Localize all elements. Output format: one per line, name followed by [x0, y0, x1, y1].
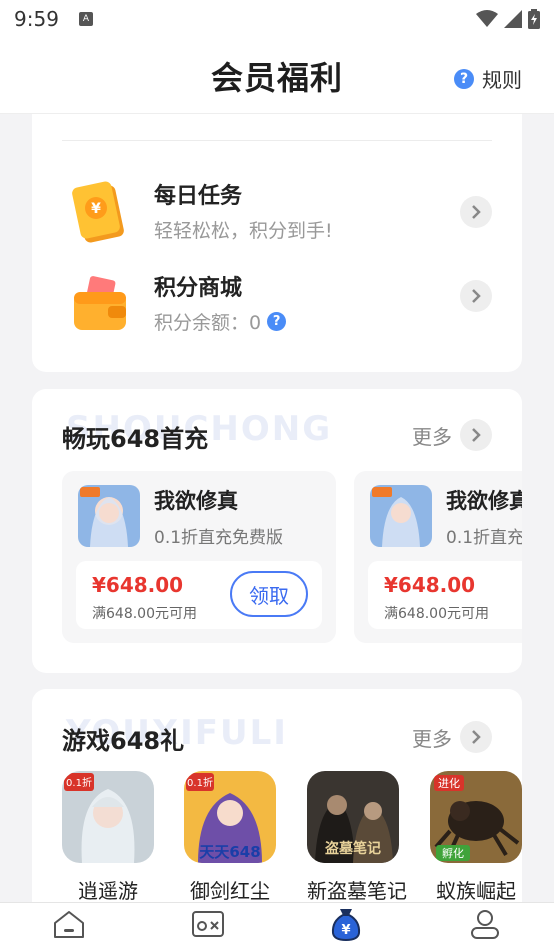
coupon-detail: ¥648.00 满648.00元可用 领取: [368, 561, 522, 629]
points-mall-title: 积分商城: [154, 276, 243, 301]
coupon-condition: 满648.00元可用: [92, 606, 197, 622]
svg-text:¥: ¥: [342, 923, 351, 938]
game-item[interactable]: 0.1折 天天648 御剑红尘: [184, 771, 276, 904]
home-icon: [54, 910, 85, 938]
chevron-right-icon: [460, 280, 492, 312]
page-header: 会员福利 ? 规则: [0, 38, 554, 114]
page-title: 会员福利: [210, 58, 343, 97]
battery-icon: [528, 9, 540, 29]
question-icon[interactable]: ?: [267, 312, 287, 331]
svg-text:¥: ¥: [91, 201, 101, 217]
more-label: 更多: [412, 726, 452, 751]
status-bar: 9:59 A: [0, 0, 554, 38]
coupon-ticket-icon: ¥: [72, 181, 124, 243]
coupon-card[interactable]: 我欲修真 0.1折直充免费版 ¥648.00 满648.00元可用 领取: [62, 471, 336, 643]
game-badge: 进化: [438, 776, 460, 790]
section-title: 畅玩648首充: [62, 425, 209, 453]
bottom-tab-bar: ¥: [0, 902, 554, 944]
game-item[interactable]: 盗墓笔记 新盗墓笔记: [307, 771, 407, 904]
first-charge-card: SHOUCHONG 畅玩648首充 更多 我欲修真 0.1折直充免费版 ¥648…: [32, 389, 522, 673]
game-label: 逍遥游: [78, 879, 138, 903]
rules-label: 规则: [482, 68, 522, 92]
chevron-right-icon: [460, 721, 492, 753]
coupon-price: ¥648.00: [92, 573, 184, 597]
profile-icon: [470, 909, 499, 939]
game-name: 我欲修真: [446, 489, 522, 513]
tasks-card: ¥ 每日任务 轻轻松松，积分到手! 积分商城 积分余额：0 ?: [32, 114, 522, 372]
game-logo-text: 天天648: [199, 843, 260, 861]
points-balance: 积分余额：0 ?: [154, 308, 287, 335]
coupon-price: ¥648.00: [384, 573, 476, 597]
more-button[interactable]: 更多: [412, 721, 492, 753]
game-image: 盗墓笔记: [307, 771, 399, 863]
status-time: 9:59: [14, 7, 59, 31]
points-mall-row[interactable]: 积分商城 积分余额：0 ?: [32, 264, 522, 344]
more-button[interactable]: 更多: [412, 419, 492, 451]
wifi-icon: [476, 10, 498, 27]
chevron-right-icon: [460, 419, 492, 451]
game-label: 新盗墓笔记: [307, 879, 407, 903]
coupon-card[interactable]: 我欲修真 0.1折直充免费版 ¥648.00 满648.00元可用 领取: [354, 471, 522, 643]
tab-benefits[interactable]: ¥: [316, 903, 376, 944]
coupon-detail: ¥648.00 满648.00元可用 领取: [76, 561, 322, 629]
game-icon: [370, 485, 432, 547]
tab-profile[interactable]: [455, 903, 515, 944]
game-image: 进化 孵化: [430, 771, 522, 863]
daily-task-title: 每日任务: [154, 184, 243, 209]
game-gifts-card: YOUXIFULI 游戏648礼 更多 0.1折 逍遥游 0.1折 天天648 …: [32, 689, 522, 919]
game-name: 我欲修真: [154, 489, 238, 513]
daily-task-subtitle: 轻轻松松，积分到手!: [154, 216, 333, 243]
game-label: 蚁族崛起: [436, 879, 516, 903]
points-balance-text: 积分余额：0: [154, 312, 262, 334]
game-desc: 0.1折直充免费版: [154, 528, 284, 548]
tab-home[interactable]: [39, 903, 99, 944]
sim-notification-icon: A: [78, 12, 93, 26]
signal-icon: [504, 10, 522, 28]
game-logo-text: 盗墓笔记: [325, 840, 381, 857]
game-image: 0.1折 天天648: [184, 771, 276, 863]
game-item[interactable]: 进化 孵化 蚁族崛起: [430, 771, 522, 904]
game-desc: 0.1折直充免费版: [446, 528, 522, 548]
game-item[interactable]: 0.1折 逍遥游: [62, 771, 154, 904]
question-icon: ?: [454, 68, 474, 89]
more-label: 更多: [412, 424, 452, 449]
money-bag-icon: ¥: [332, 908, 361, 941]
claim-button[interactable]: 领取: [230, 571, 308, 617]
wallet-icon: [74, 276, 126, 330]
coupon-condition: 满648.00元可用: [384, 606, 489, 622]
chevron-right-icon: [460, 196, 492, 228]
section-title: 游戏648礼: [62, 727, 185, 755]
game-badge: 0.1折: [187, 776, 213, 789]
game-image: 0.1折: [62, 771, 154, 863]
divider: [62, 140, 492, 141]
game-sub-badge: 孵化: [442, 846, 464, 860]
game-label: 御剑红尘: [190, 879, 270, 903]
game-controller-icon: [191, 910, 224, 937]
game-badge: 0.1折: [66, 776, 92, 789]
daily-task-subtitle-text: 轻轻松松，积分到手!: [154, 220, 333, 242]
daily-task-row[interactable]: ¥ 每日任务 轻轻松松，积分到手!: [32, 172, 522, 252]
game-icon: [78, 485, 140, 547]
tab-games[interactable]: [178, 903, 238, 944]
rules-button[interactable]: ? 规则: [454, 64, 522, 93]
status-icons: [476, 9, 540, 29]
